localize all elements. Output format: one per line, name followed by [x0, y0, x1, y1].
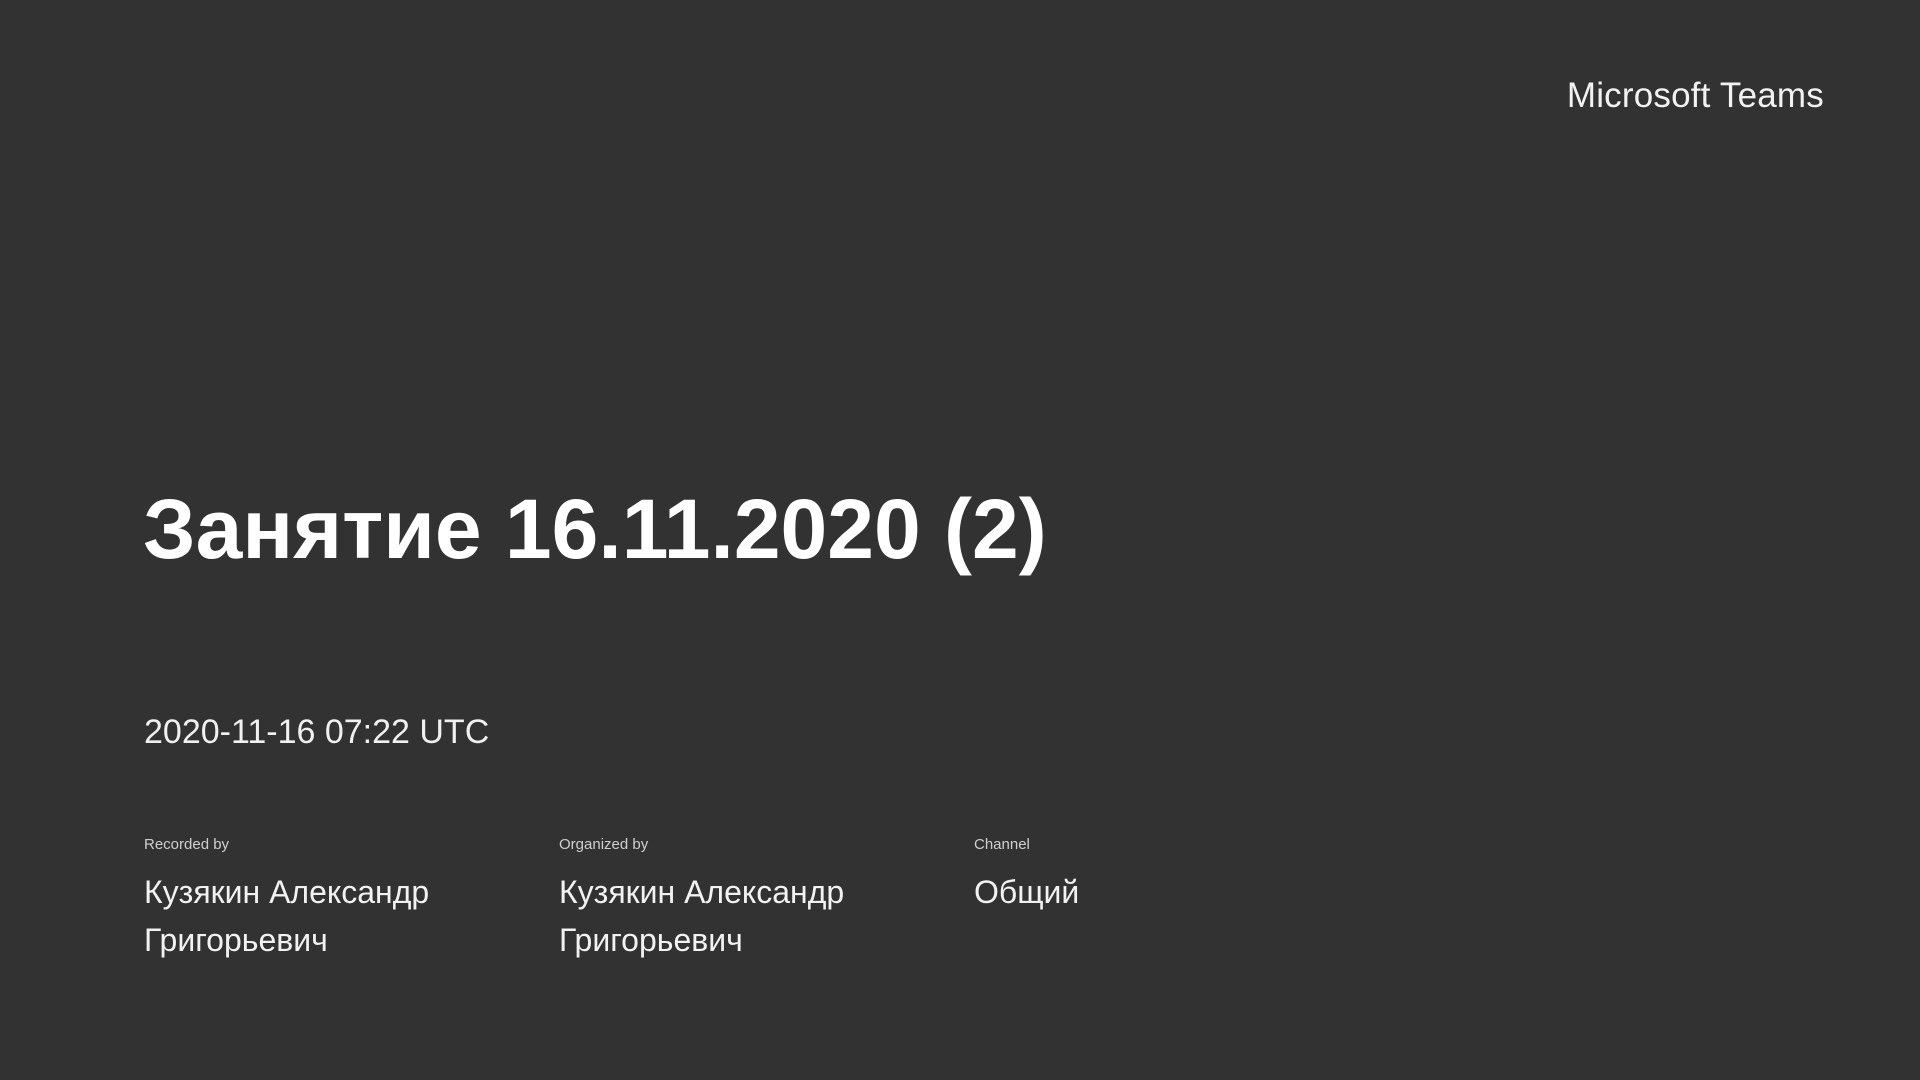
channel-label: Channel: [974, 836, 1030, 853]
meeting-datetime: 2020-11-16 07:22 UTC: [144, 713, 490, 751]
recorded-by-value: Кузякин Александр Григорьевич: [144, 874, 430, 958]
app-brand: Microsoft Teams: [1566, 76, 1824, 115]
organized-by-section: Organized by Кузякин Александр Григорьев…: [559, 836, 974, 964]
recording-title-card: Microsoft Teams Занятие 16.11.2020 (2) 2…: [0, 0, 1920, 1080]
channel-section: Channel Общий: [974, 836, 1389, 964]
meeting-details: Recorded by Кузякин Александр Григорьеви…: [144, 836, 1389, 964]
recorded-by-label: Recorded by: [144, 836, 230, 853]
meeting-title: Занятие 16.11.2020 (2): [143, 482, 1047, 576]
recorded-by-section: Recorded by Кузякин Александр Григорьеви…: [144, 836, 559, 964]
organized-by-label: Organized by: [559, 836, 649, 853]
channel-value: Общий: [974, 874, 1080, 910]
organized-by-value: Кузякин Александр Григорьевич: [559, 874, 845, 958]
